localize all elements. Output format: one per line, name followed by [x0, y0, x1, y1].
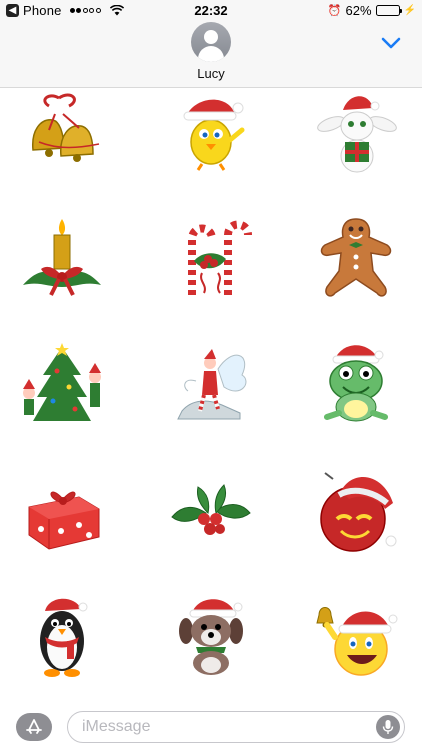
frog-icon — [324, 345, 388, 422]
bunny-icon — [317, 96, 397, 173]
message-input[interactable] — [82, 712, 372, 742]
gingerbread-icon — [320, 218, 392, 297]
sticker-christmas-fairy[interactable] — [168, 341, 254, 427]
composer-bar — [0, 703, 422, 750]
chevron-down-icon[interactable] — [381, 36, 401, 50]
fairy-icon — [177, 349, 247, 420]
contact-avatar[interactable] — [191, 22, 231, 62]
sticker-elves-decorating-tree[interactable] — [19, 341, 105, 427]
sticker-candy-canes[interactable] — [168, 215, 254, 301]
battery-percent: 62% — [345, 3, 372, 18]
sticker-holly-berries[interactable] — [168, 469, 254, 555]
sticker-christmas-bells[interactable] — [19, 90, 105, 176]
status-bar: ◀ Phone 22:32 ⏰ 62% ⚡ — [0, 0, 422, 22]
chick-icon — [183, 99, 245, 171]
sticker-bunny-with-gift[interactable] — [313, 90, 399, 176]
sticker-frog-santa-hat[interactable] — [313, 341, 399, 427]
sticker-chick-santa-hat[interactable] — [168, 90, 254, 176]
sticker-smiley-santa-bell[interactable] — [313, 593, 399, 679]
sticker-ornament-santa-hat[interactable] — [313, 469, 399, 555]
smiley-icon — [316, 607, 398, 676]
gift-box-icon — [28, 491, 100, 550]
battery-icon — [375, 5, 402, 16]
christmas-bells-icon — [32, 93, 100, 162]
sticker-gingerbread-man[interactable] — [313, 215, 399, 301]
tree-with-elves-icon — [23, 343, 101, 421]
person-silhouette-body — [198, 46, 224, 62]
sticker-christmas-candle[interactable] — [19, 215, 105, 301]
charging-bolt-icon: ⚡ — [403, 5, 416, 16]
candy-cane-icon — [188, 220, 252, 295]
candle-icon — [23, 219, 101, 296]
microphone-icon — [382, 720, 394, 734]
sticker-penguin-santa-hat[interactable] — [19, 593, 105, 679]
message-field[interactable] — [67, 711, 405, 743]
sticker-grid — [0, 89, 422, 699]
ornament-icon — [320, 472, 397, 552]
microphone-button[interactable] — [376, 715, 400, 739]
holly-icon — [171, 484, 251, 535]
puppy-icon — [179, 599, 243, 675]
contact-name[interactable]: Lucy — [0, 66, 422, 81]
sticker-gift-box[interactable] — [19, 469, 105, 555]
penguin-icon — [40, 598, 88, 677]
app-store-button[interactable] — [16, 713, 52, 741]
alarm-icon: ⏰ — [327, 5, 342, 17]
person-silhouette-icon — [204, 30, 218, 44]
conversation-header: Lucy — [0, 22, 422, 88]
sticker-puppy-santa-hat[interactable] — [168, 593, 254, 679]
app-store-icon — [26, 719, 42, 734]
